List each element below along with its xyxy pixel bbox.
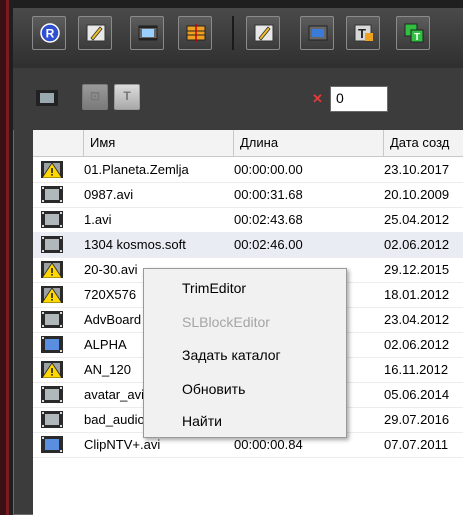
film-blue-icon [308,25,328,41]
title-button[interactable]: T [346,16,380,50]
date-cell: 05.06.2014 [384,387,450,402]
date-cell: 25.04.2012 [384,212,450,227]
icon-column-header[interactable] [33,130,84,156]
filter-bar [13,68,463,130]
edit-clip-button[interactable] [78,16,112,50]
date-cell: 18.01.2012 [384,287,450,302]
reset-icon[interactable]: ✕ [312,91,323,107]
name-cell: 1.avi [84,212,112,227]
date-cell: 02.06.2012 [384,337,450,352]
name-column-header[interactable]: Имя [84,130,234,156]
film-icon [41,211,63,228]
t-icon: T [354,24,373,42]
film-icon [41,311,63,328]
t-green-icon: T [404,23,424,43]
name-cell: 01.Planeta.Zemlja [84,162,189,177]
length-cell: 00:00:00.00 [234,162,303,177]
r-badge-icon: R [40,23,60,43]
timeline-icon [186,24,206,42]
menu-item-slblockeditor: SLBlockEditor [182,314,270,330]
register-button[interactable]: R [32,16,66,50]
counter-input[interactable]: 0 [330,86,388,112]
film-icon [41,411,63,428]
length-cell: 00:00:31.68 [234,187,303,202]
warning-icon [41,361,63,378]
length-column-header[interactable]: Длина [234,130,384,156]
length-cell: 00:02:43.68 [234,212,303,227]
warning-icon [41,261,63,278]
date-cell: 23.10.2017 [384,162,450,177]
date-cell: 20.10.2009 [384,187,450,202]
film-button[interactable] [130,16,164,50]
name-cell: 1304 kosmos.soft [84,237,186,252]
film-icon [41,186,63,203]
pencil-film-icon [86,24,106,42]
date-cell: 29.12.2015 [384,262,450,277]
context-menu: TrimEditor SLBlockEditor Задать каталог … [143,268,347,438]
film-blue-icon [41,336,63,353]
menu-item-trimeditor[interactable]: TrimEditor [182,278,246,298]
filter-text-button[interactable]: T [114,84,140,110]
film-blue-button[interactable] [300,16,334,50]
film-icon [36,90,58,106]
warning-icon [41,286,63,303]
svg-text:R: R [46,27,55,41]
list-header: Имя Длина Дата созд [33,130,463,157]
film-icon [41,386,63,403]
table-row[interactable]: 01.Planeta.Zemlja 00:00:00.00 23.10.2017 [33,157,463,183]
date-cell: 29.07.2016 [384,412,450,427]
menu-item-set-folder[interactable]: Задать каталог [182,345,281,365]
pencil-film-icon [254,24,274,42]
filter-button-1[interactable]: ⊡ [82,84,108,110]
title-green-button[interactable]: T [396,16,430,50]
film-blue-icon [41,436,63,453]
name-cell: 0987.avi [84,187,134,202]
edit-clip2-button[interactable] [246,16,280,50]
date-column-header[interactable]: Дата созд [384,130,463,156]
length-cell: 00:02:46.00 [234,237,303,252]
svg-text:T: T [358,26,366,41]
svg-text:T: T [414,32,420,43]
timeline-button[interactable] [178,16,212,50]
date-cell: 23.04.2012 [384,312,450,327]
table-row[interactable]: 1304 kosmos.soft 00:02:46.00 02.06.2012 [33,232,463,258]
date-cell: 07.07.2011 [384,437,449,452]
date-cell: 16.11.2012 [384,362,449,377]
film-icon [138,25,158,41]
table-row[interactable]: 0987.avi 00:00:31.68 20.10.2009 [33,182,463,208]
menu-item-refresh[interactable]: Обновить [182,379,245,399]
toolbar-separator [232,16,234,50]
table-row[interactable]: 1.avi 00:02:43.68 25.04.2012 [33,207,463,233]
menu-item-find[interactable]: Найти [182,411,222,431]
warning-icon [41,161,63,178]
window-edge-accent [6,0,9,515]
date-cell: 02.06.2012 [384,237,450,252]
film-icon [41,236,63,253]
